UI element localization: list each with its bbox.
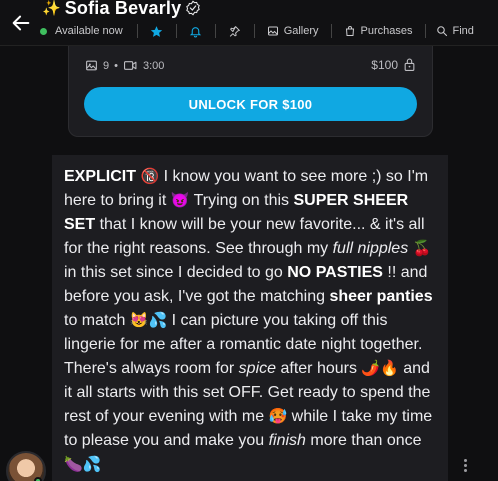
verified-badge-icon [185, 0, 201, 16]
back-button[interactable] [6, 8, 36, 38]
chat-toolbar: Available now Gallery Purchases Find [40, 22, 498, 40]
message-bubble: EXPLICIT 🔞 I know you want to see more ;… [52, 155, 448, 481]
lock-icon [404, 58, 415, 71]
gallery-icon [267, 26, 278, 36]
message-text[interactable]: EXPLICIT 🔞 I know you want to see more ;… [64, 165, 438, 477]
hot-face-emoji: 🥵 [268, 408, 288, 425]
gallery-label: Gallery [283, 25, 319, 37]
bell-icon [190, 26, 202, 37]
photo-count: 9 [103, 59, 110, 72]
locked-media-card: 9 • 3:00 $100 UNLOCK FOR $100 [68, 30, 433, 137]
text-italic: full nipples [332, 240, 409, 257]
online-indicator [40, 27, 47, 35]
text-italic: spice [238, 360, 277, 377]
favorite-button[interactable] [138, 25, 176, 38]
text-bold: NO PASTIES [287, 264, 383, 281]
avatar[interactable] [6, 451, 46, 481]
unlock-button[interactable]: UNLOCK FOR $100 [84, 87, 417, 121]
cat-droplets-emoji: 😻💦 [129, 312, 168, 329]
devil-emoji: 😈 [170, 192, 190, 209]
text-bold: sheer panties [329, 288, 433, 305]
gallery-tab[interactable]: Gallery [255, 25, 331, 37]
image-icon [86, 60, 97, 71]
title-row: ✨ Sofia Bevarly [42, 0, 201, 19]
media-info: 9 • 3:00 [85, 59, 164, 72]
sparkle-emoji: ✨ [42, 0, 61, 17]
text-segment: in this set since I decided to go [64, 264, 288, 281]
meta-separator: • [114, 59, 118, 72]
pepper-fire-emoji: 🌶️🔥 [361, 360, 399, 377]
pin-button[interactable] [216, 25, 254, 38]
text-segment: more than once [305, 432, 422, 449]
creator-name[interactable]: Sofia Bevarly [65, 0, 182, 19]
back-arrow-icon [12, 15, 30, 31]
purchases-tab[interactable]: Purchases [332, 25, 425, 37]
text-segment: Trying on this [189, 192, 294, 209]
adult-emoji: 🔞 [140, 168, 160, 185]
text-bold: EXPLICIT [64, 168, 141, 185]
text-segment: after hours [276, 360, 362, 377]
purchases-label: Purchases [360, 25, 413, 37]
more-options-icon[interactable] [458, 456, 472, 474]
find-button[interactable]: Find [426, 25, 474, 37]
avatar-online-indicator [34, 477, 42, 481]
chat-header: ✨ Sofia Bevarly Available now Gallery Pu… [0, 0, 498, 46]
price-tag: $100 [371, 57, 416, 72]
star-icon [151, 25, 163, 37]
search-icon [436, 26, 447, 37]
pin-icon [230, 25, 241, 37]
price-value: $100 [371, 57, 398, 72]
online-status: Available now [40, 25, 137, 37]
text-italic: finish [268, 432, 306, 449]
cherry-emoji: 🍒 [412, 240, 432, 257]
video-icon [123, 61, 137, 70]
notifications-button[interactable] [177, 25, 215, 38]
text-segment: to match [64, 312, 130, 329]
find-label: Find [452, 25, 474, 37]
purchases-icon [345, 26, 354, 36]
video-duration: 3:00 [142, 59, 165, 72]
status-text: Available now [55, 25, 123, 37]
eggplant-droplets-emoji: 🍆💦 [64, 456, 102, 473]
